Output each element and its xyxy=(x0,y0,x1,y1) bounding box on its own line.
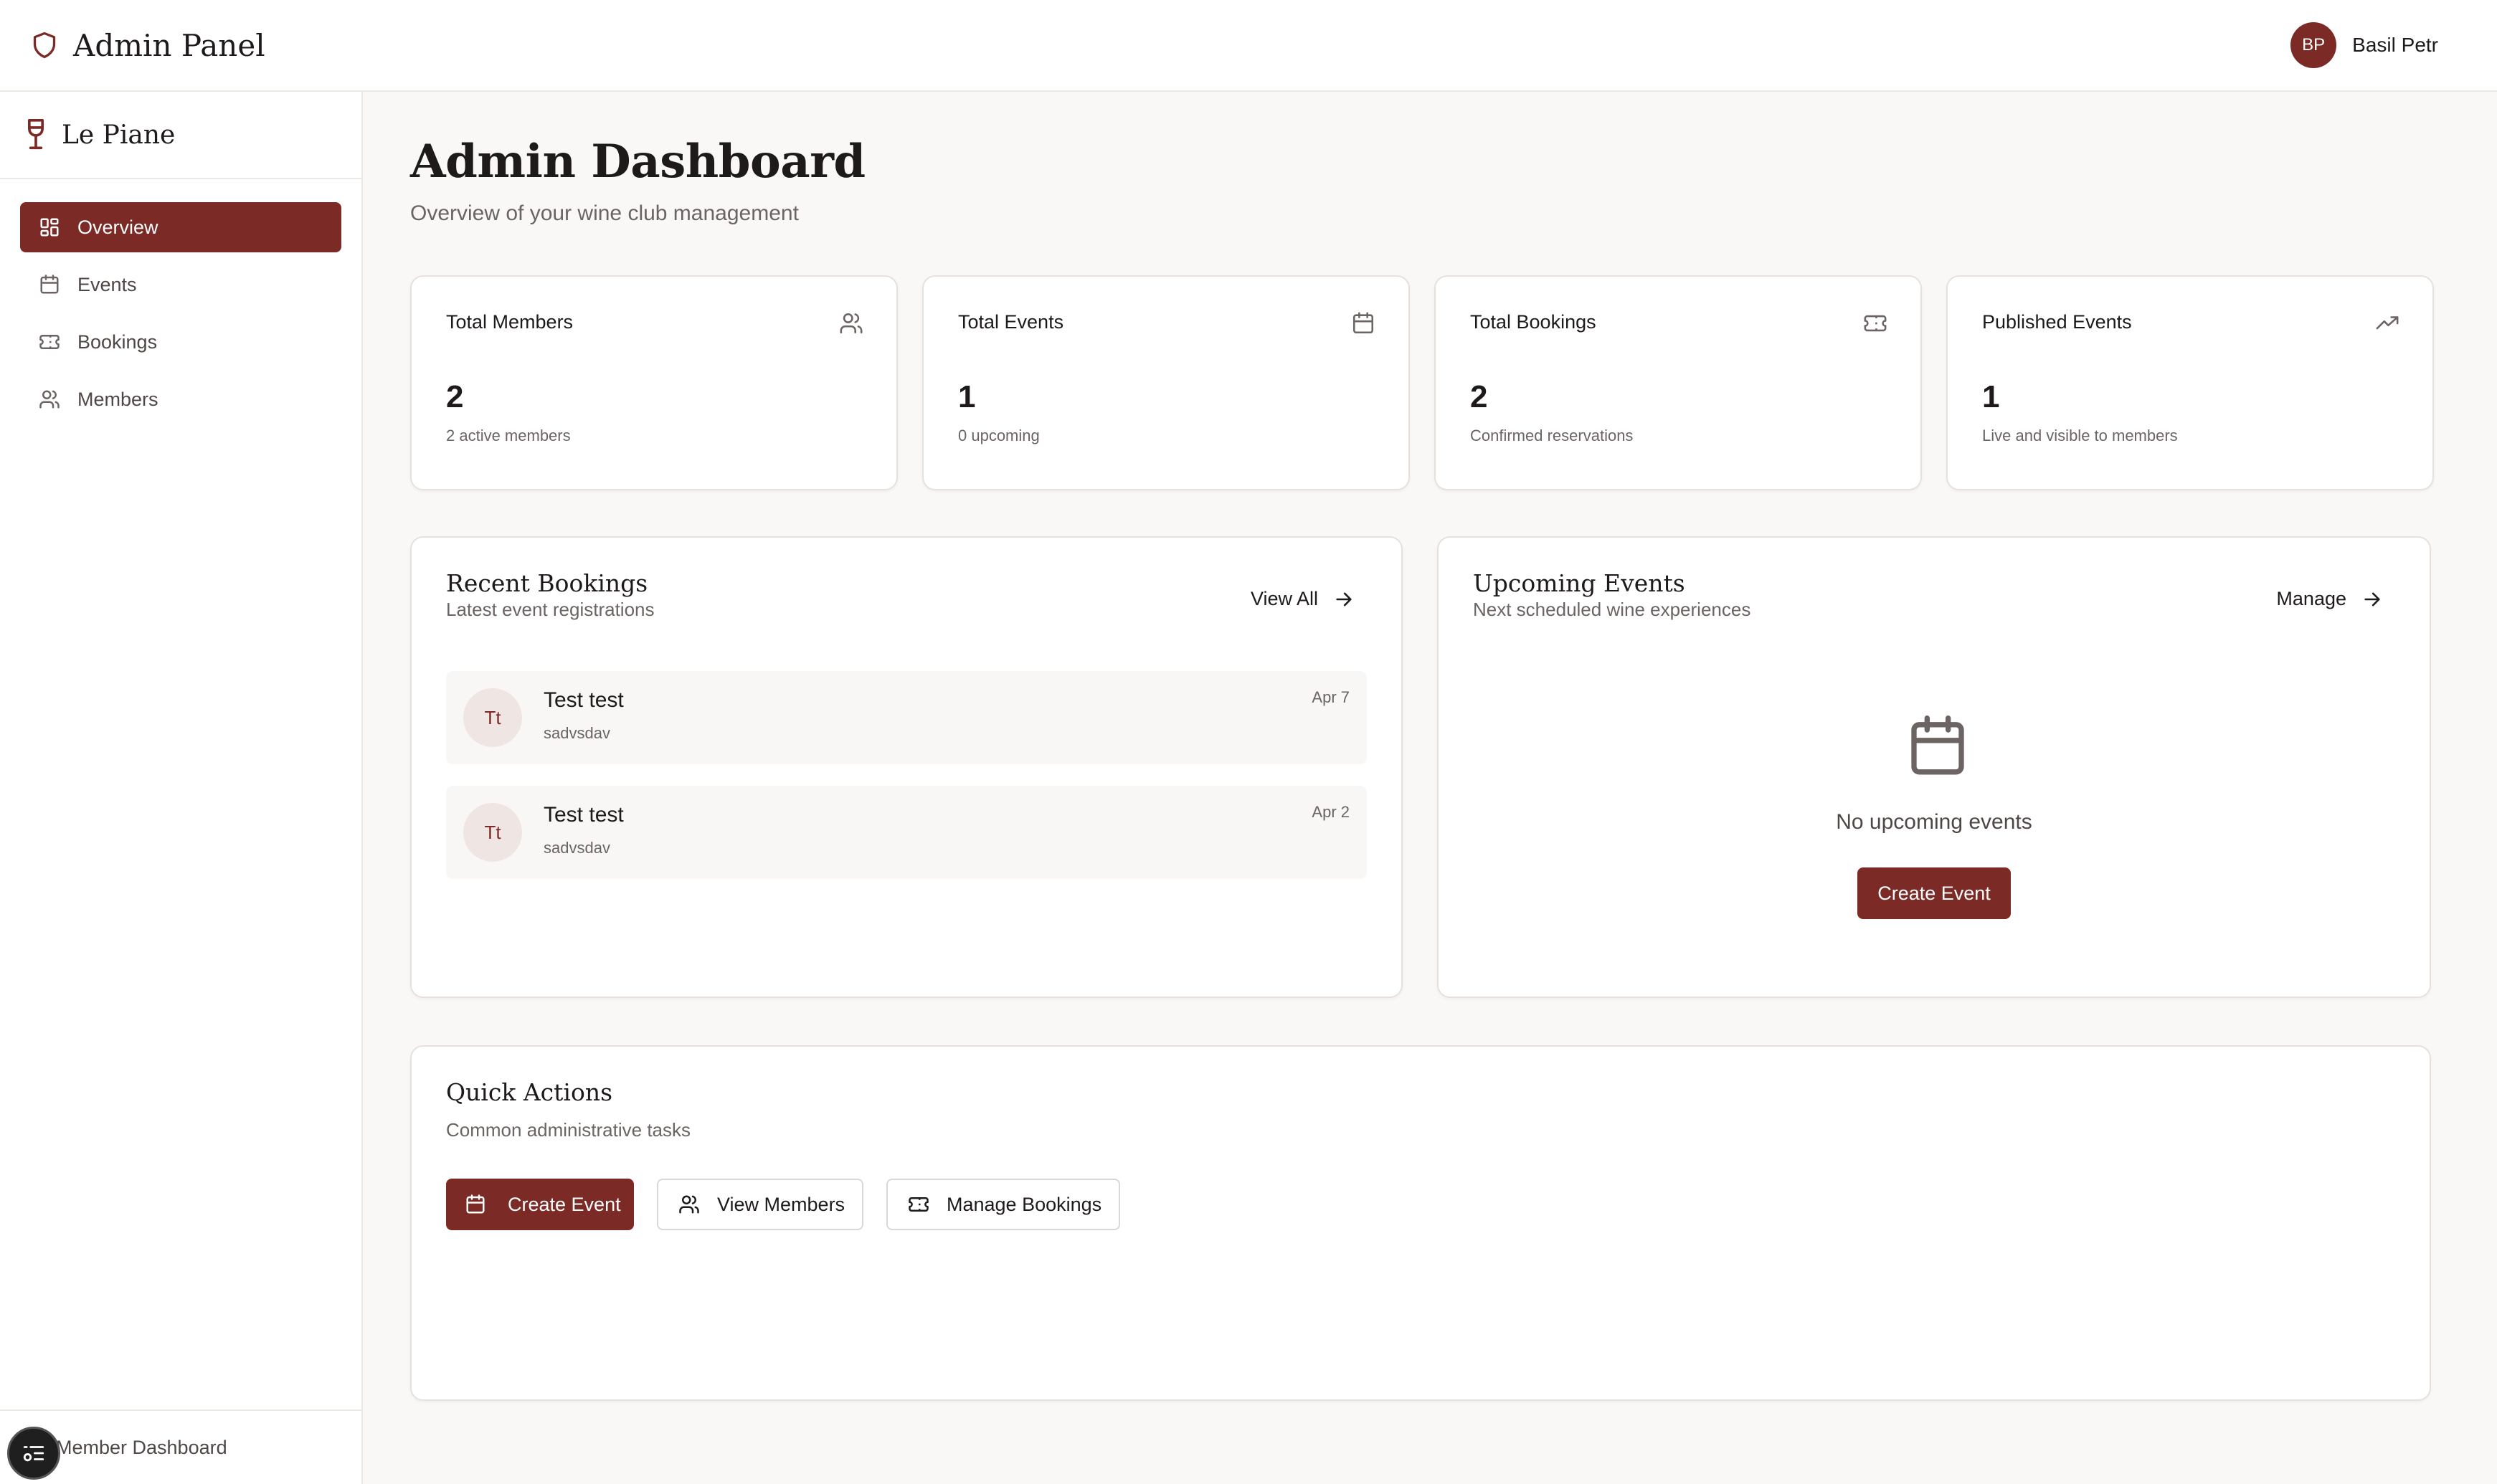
floating-menu-button[interactable] xyxy=(7,1427,60,1480)
users-icon xyxy=(840,313,863,334)
booking-date: Apr 7 xyxy=(1312,688,1350,706)
stat-card-total-bookings: Total Bookings 2 Confirmed reservations xyxy=(1434,275,1922,490)
stats-row: Total Members 2 2 active members Total E… xyxy=(410,275,2434,490)
view-all-label: View All xyxy=(1250,588,1318,609)
sidebar-item-label: Members xyxy=(77,388,158,410)
trending-up-icon xyxy=(2376,316,2399,330)
avatar: Tt xyxy=(463,803,522,862)
user-menu[interactable]: BP Basil Petr xyxy=(2290,22,2438,68)
stat-label: Total Bookings xyxy=(1470,311,1596,333)
users-icon xyxy=(679,1195,699,1214)
stat-note: Confirmed reservations xyxy=(1470,427,1634,444)
stat-note: 2 active members xyxy=(446,427,571,444)
sidebar-brand-name: Le Piane xyxy=(62,120,176,150)
member-dashboard-label: Member Dashboard xyxy=(56,1436,227,1458)
manage-bookings-button[interactable]: Manage Bookings xyxy=(886,1179,1120,1230)
button-label: Create Event xyxy=(508,1193,621,1215)
page-subtitle: Overview of your wine club management xyxy=(410,201,799,225)
list-settings-icon xyxy=(23,1446,44,1462)
layout-grid-icon xyxy=(40,218,59,237)
ticket-icon xyxy=(909,1197,929,1212)
quick-actions-panel: Quick Actions Common administrative task… xyxy=(410,1045,2431,1401)
stat-card-published-events: Published Events 1 Live and visible to m… xyxy=(1946,275,2434,490)
arrow-right-icon xyxy=(1336,592,1352,606)
booking-username: sadvsdav xyxy=(544,724,610,742)
upcoming-events-panel: Upcoming Events Next scheduled wine expe… xyxy=(1437,536,2431,998)
sidebar-item-events[interactable]: Events xyxy=(20,260,341,310)
calendar-icon xyxy=(1911,715,1964,775)
main-content: Admin Dashboard Overview of your wine cl… xyxy=(410,135,2434,1401)
panel-title: Upcoming Events xyxy=(1473,569,1685,597)
user-name[interactable]: Basil Petr xyxy=(2352,34,2438,57)
arrow-right-icon xyxy=(2364,592,2380,606)
stat-label: Total Events xyxy=(958,311,1064,333)
calendar-icon xyxy=(1352,312,1374,334)
sidebar-item-label: Events xyxy=(77,273,137,295)
stat-value: 2 xyxy=(1470,379,1488,414)
panel-title: Recent Bookings xyxy=(446,569,648,597)
create-event-button[interactable]: Create Event xyxy=(446,1179,634,1230)
create-event-button[interactable]: Create Event xyxy=(1857,867,2011,919)
stat-value: 1 xyxy=(958,379,976,414)
booking-name: Test test xyxy=(544,803,624,827)
sidebar-item-members[interactable]: Members xyxy=(20,374,341,424)
booking-date: Apr 2 xyxy=(1312,803,1350,821)
avatar: Tt xyxy=(463,688,522,747)
sidebar-item-overview[interactable]: Overview xyxy=(20,202,341,252)
calendar-icon xyxy=(466,1194,485,1214)
list-item[interactable]: Tt Test test sadvsdav Apr 7 xyxy=(446,671,1367,764)
avatar[interactable]: BP xyxy=(2290,22,2337,68)
page-title: Admin Dashboard xyxy=(410,135,866,189)
sidebar-nav: Overview Events Bookings Members xyxy=(0,179,361,447)
sidebar-item-label: Overview xyxy=(77,216,158,238)
ticket-icon xyxy=(39,335,60,349)
stat-label: Total Members xyxy=(446,311,574,333)
recent-bookings-panel: Recent Bookings Latest event registratio… xyxy=(410,536,1403,998)
view-members-button[interactable]: View Members xyxy=(657,1179,863,1230)
stat-value: 2 xyxy=(446,379,464,414)
panel-subtitle: Latest event registrations xyxy=(446,599,655,620)
stat-value: 1 xyxy=(1982,379,2000,414)
view-all-link[interactable]: View All xyxy=(1251,588,1354,610)
manage-link[interactable]: Manage xyxy=(2276,588,2382,610)
ticket-icon xyxy=(1864,315,1887,332)
panel-subtitle: Common administrative tasks xyxy=(446,1119,691,1141)
wine-glass-icon xyxy=(27,119,44,150)
booking-username: sadvsdav xyxy=(544,839,610,857)
users-icon xyxy=(39,390,60,409)
stat-card-total-events: Total Events 1 0 upcoming xyxy=(922,275,1410,490)
app-title: Admin Panel xyxy=(73,27,265,63)
sidebar: Le Piane Overview Events Bookings Member… xyxy=(0,92,363,1484)
top-bar: Admin Panel BP Basil Petr xyxy=(0,0,2497,92)
manage-label: Manage xyxy=(2276,588,2346,609)
panel-subtitle: Next scheduled wine experiences xyxy=(1473,599,1751,620)
sidebar-item-bookings[interactable]: Bookings xyxy=(20,317,341,367)
create-event-label: Create Event xyxy=(1877,882,1991,904)
button-label: View Members xyxy=(717,1193,845,1215)
stat-label: Published Events xyxy=(1982,311,2132,333)
shield-icon xyxy=(33,32,56,59)
calendar-icon xyxy=(40,275,59,294)
list-item[interactable]: Tt Test test sadvsdav Apr 2 xyxy=(446,786,1367,879)
booking-name: Test test xyxy=(544,688,624,712)
stat-card-total-members: Total Members 2 2 active members xyxy=(410,275,898,490)
sidebar-brand: Le Piane xyxy=(0,92,361,179)
empty-state-text: No upcoming events xyxy=(1836,810,2032,834)
stat-note: Live and visible to members xyxy=(1982,427,2178,444)
panel-title: Quick Actions xyxy=(446,1078,613,1106)
stat-note: 0 upcoming xyxy=(958,427,1040,444)
button-label: Manage Bookings xyxy=(947,1193,1102,1215)
brand: Admin Panel xyxy=(32,28,265,63)
sidebar-item-label: Bookings xyxy=(77,330,158,353)
